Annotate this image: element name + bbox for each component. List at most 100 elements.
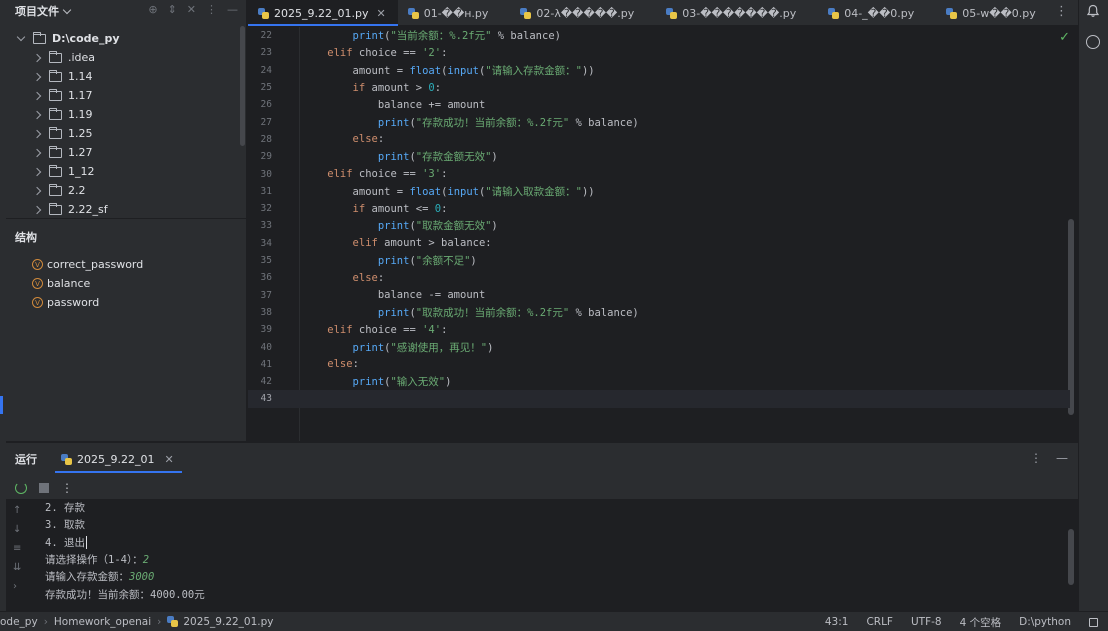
- project-scrollbar[interactable]: [240, 26, 245, 146]
- lock-icon[interactable]: [1089, 617, 1098, 627]
- structure-item[interactable]: Vbalance: [32, 274, 143, 293]
- code-line: 40 print("感谢使用，再见！"): [248, 338, 1070, 355]
- tree-item[interactable]: .idea: [6, 48, 247, 67]
- python-interpreter[interactable]: D:\python: [1019, 616, 1071, 628]
- console-scrollbar[interactable]: [1068, 529, 1074, 585]
- indent-setting[interactable]: 4 个空格: [960, 615, 1002, 630]
- tree-item-label: 2.22_sf: [68, 203, 108, 216]
- caret-position[interactable]: 43:1: [825, 616, 849, 628]
- tree-item[interactable]: 2.22_sf: [6, 200, 247, 219]
- editor-tab[interactable]: 2025_9.22_01.py ✕: [248, 0, 398, 26]
- editor-tab-label: 03-�������.py: [682, 6, 797, 20]
- minimize-icon[interactable]: —: [1056, 451, 1068, 465]
- tree-item[interactable]: 1.14: [6, 67, 247, 86]
- chevron-right-icon[interactable]: [32, 91, 42, 100]
- scroll-down-icon[interactable]: ↓: [13, 524, 21, 535]
- run-title: 运行: [15, 453, 37, 466]
- folder-icon: [49, 126, 62, 139]
- tree-item[interactable]: 1.17: [6, 86, 247, 105]
- expand-icon[interactable]: ›: [13, 581, 21, 592]
- tree-item[interactable]: 1.25: [6, 124, 247, 143]
- chevron-down-icon[interactable]: [62, 5, 72, 14]
- run-panel: 运行 2025_9.22_01 ✕ ⋮ — ⋮ ↑ ↓ ≡ ⇊ › 2. 存款 3…: [6, 442, 1078, 612]
- collapse-all-icon[interactable]: ✕: [187, 3, 196, 16]
- code-line: 32 if amount <= 0:: [248, 200, 1070, 217]
- python-file-icon: [520, 7, 532, 19]
- breadcrumb-item[interactable]: 2025_9.22_01.py: [167, 615, 274, 628]
- notifications-bell-icon[interactable]: [1086, 4, 1100, 18]
- tree-item[interactable]: 1.19: [6, 105, 247, 124]
- chevron-right-icon[interactable]: [32, 205, 42, 214]
- status-bar: ode_py › Homework_openai › 2025_9.22_01.py 4…: [0, 611, 1108, 631]
- structure-item[interactable]: Vcorrect_password: [32, 255, 143, 274]
- file-encoding[interactable]: UTF-8: [911, 616, 942, 628]
- editor-tab-label: 01-��н.py: [423, 6, 489, 20]
- tree-item-label: 1_12: [68, 165, 95, 178]
- code-editor[interactable]: ✓ 22 print("当前余额：%.2f元" % balance) 23 elif …: [248, 27, 1078, 441]
- stop-icon[interactable]: [39, 483, 49, 493]
- editor-tab[interactable]: 03-�������.py: [656, 0, 818, 26]
- folder-icon: [49, 69, 62, 82]
- tree-item[interactable]: 2.2: [6, 181, 247, 200]
- more-tabs-icon[interactable]: ⋮: [1055, 4, 1068, 19]
- breadcrumb-item[interactable]: ode_py: [0, 616, 38, 628]
- code-text: elif choice == '4':: [327, 323, 448, 336]
- tree-item-label: 1.19: [68, 108, 93, 121]
- line-separator[interactable]: CRLF: [866, 616, 893, 628]
- locate-icon[interactable]: ⊕: [148, 3, 157, 16]
- panel-divider[interactable]: [6, 218, 247, 219]
- chevron-right-icon[interactable]: [32, 167, 42, 176]
- editor-tab[interactable]: 02-λ�����.py: [510, 0, 656, 26]
- tree-item[interactable]: 1_12: [6, 162, 247, 181]
- chevron-right-icon[interactable]: [32, 186, 42, 195]
- chevron-right-icon[interactable]: [32, 53, 42, 62]
- code-line: 25 if amount > 0:: [248, 79, 1070, 96]
- python-file-icon: [61, 453, 72, 465]
- editor-tab[interactable]: 05-w��0.py: [936, 0, 1058, 26]
- scroll-to-end-icon[interactable]: ⇊: [13, 562, 21, 573]
- active-tool-marker: [0, 396, 3, 414]
- console-text: 存款成功！当前余额：4000.00元: [45, 588, 205, 601]
- breadcrumb-item[interactable]: Homework_openai: [54, 616, 151, 628]
- tree-item-label: 1.27: [68, 146, 93, 159]
- structure-title: 结构: [15, 231, 37, 244]
- scroll-up-icon[interactable]: ↑: [13, 505, 21, 516]
- chevron-right-icon[interactable]: [32, 110, 42, 119]
- code-line: 27 print("存款成功！当前余额：%.2f元" % balance): [248, 114, 1070, 131]
- editor-tab[interactable]: 01-��н.py: [398, 0, 511, 26]
- line-number: 41: [260, 358, 272, 370]
- breadcrumb-label: 2025_9.22_01.py: [183, 615, 274, 628]
- editor-tab-label: 2025_9.22_01.py: [274, 6, 369, 20]
- run-console[interactable]: ↑ ↓ ≡ ⇊ › 2. 存款 3. 取款 4. 退出 请选择操作（1-4）： 2 请输入…: [6, 499, 1078, 612]
- ai-assistant-icon[interactable]: [1086, 35, 1100, 49]
- soft-wrap-icon[interactable]: ≡: [13, 543, 21, 554]
- more-options-icon[interactable]: ⋮: [206, 3, 217, 16]
- line-number: 29: [260, 151, 272, 163]
- code-text: else:: [352, 133, 385, 146]
- chevron-right-icon[interactable]: [32, 72, 42, 81]
- python-file-icon: [167, 616, 179, 627]
- close-icon[interactable]: ✕: [164, 453, 173, 466]
- breadcrumb: ode_py › Homework_openai › 2025_9.22_01.py: [0, 616, 274, 628]
- console-line: 存款成功！当前余额：4000.00元: [45, 586, 205, 603]
- editor-tab[interactable]: 04-_��0.py: [818, 0, 936, 26]
- more-options-icon[interactable]: ⋮: [1030, 451, 1042, 465]
- chevron-right-icon[interactable]: [32, 129, 42, 138]
- rerun-icon[interactable]: [15, 482, 27, 494]
- run-panel-tools: ⋮ —: [1030, 451, 1068, 465]
- tree-root[interactable]: D:\code_py: [6, 29, 247, 48]
- chevron-down-icon[interactable]: [16, 32, 26, 42]
- chevron-right-icon[interactable]: [32, 148, 42, 157]
- hide-panel-icon[interactable]: —: [227, 3, 238, 16]
- run-config-tab[interactable]: 2025_9.22_01 ✕: [55, 443, 182, 475]
- folder-icon: [49, 145, 62, 158]
- more-actions-icon[interactable]: ⋮: [61, 481, 73, 495]
- tree-item[interactable]: 1.27: [6, 143, 247, 162]
- folder-icon: [49, 107, 62, 120]
- code-text: amount = float(input("请输入存款金额：")): [352, 64, 595, 77]
- line-number: 36: [260, 272, 272, 284]
- expand-all-icon[interactable]: ⇕: [168, 3, 177, 16]
- close-icon[interactable]: ✕: [376, 7, 385, 20]
- line-number: 37: [260, 289, 272, 301]
- structure-item[interactable]: Vpassword: [32, 293, 143, 312]
